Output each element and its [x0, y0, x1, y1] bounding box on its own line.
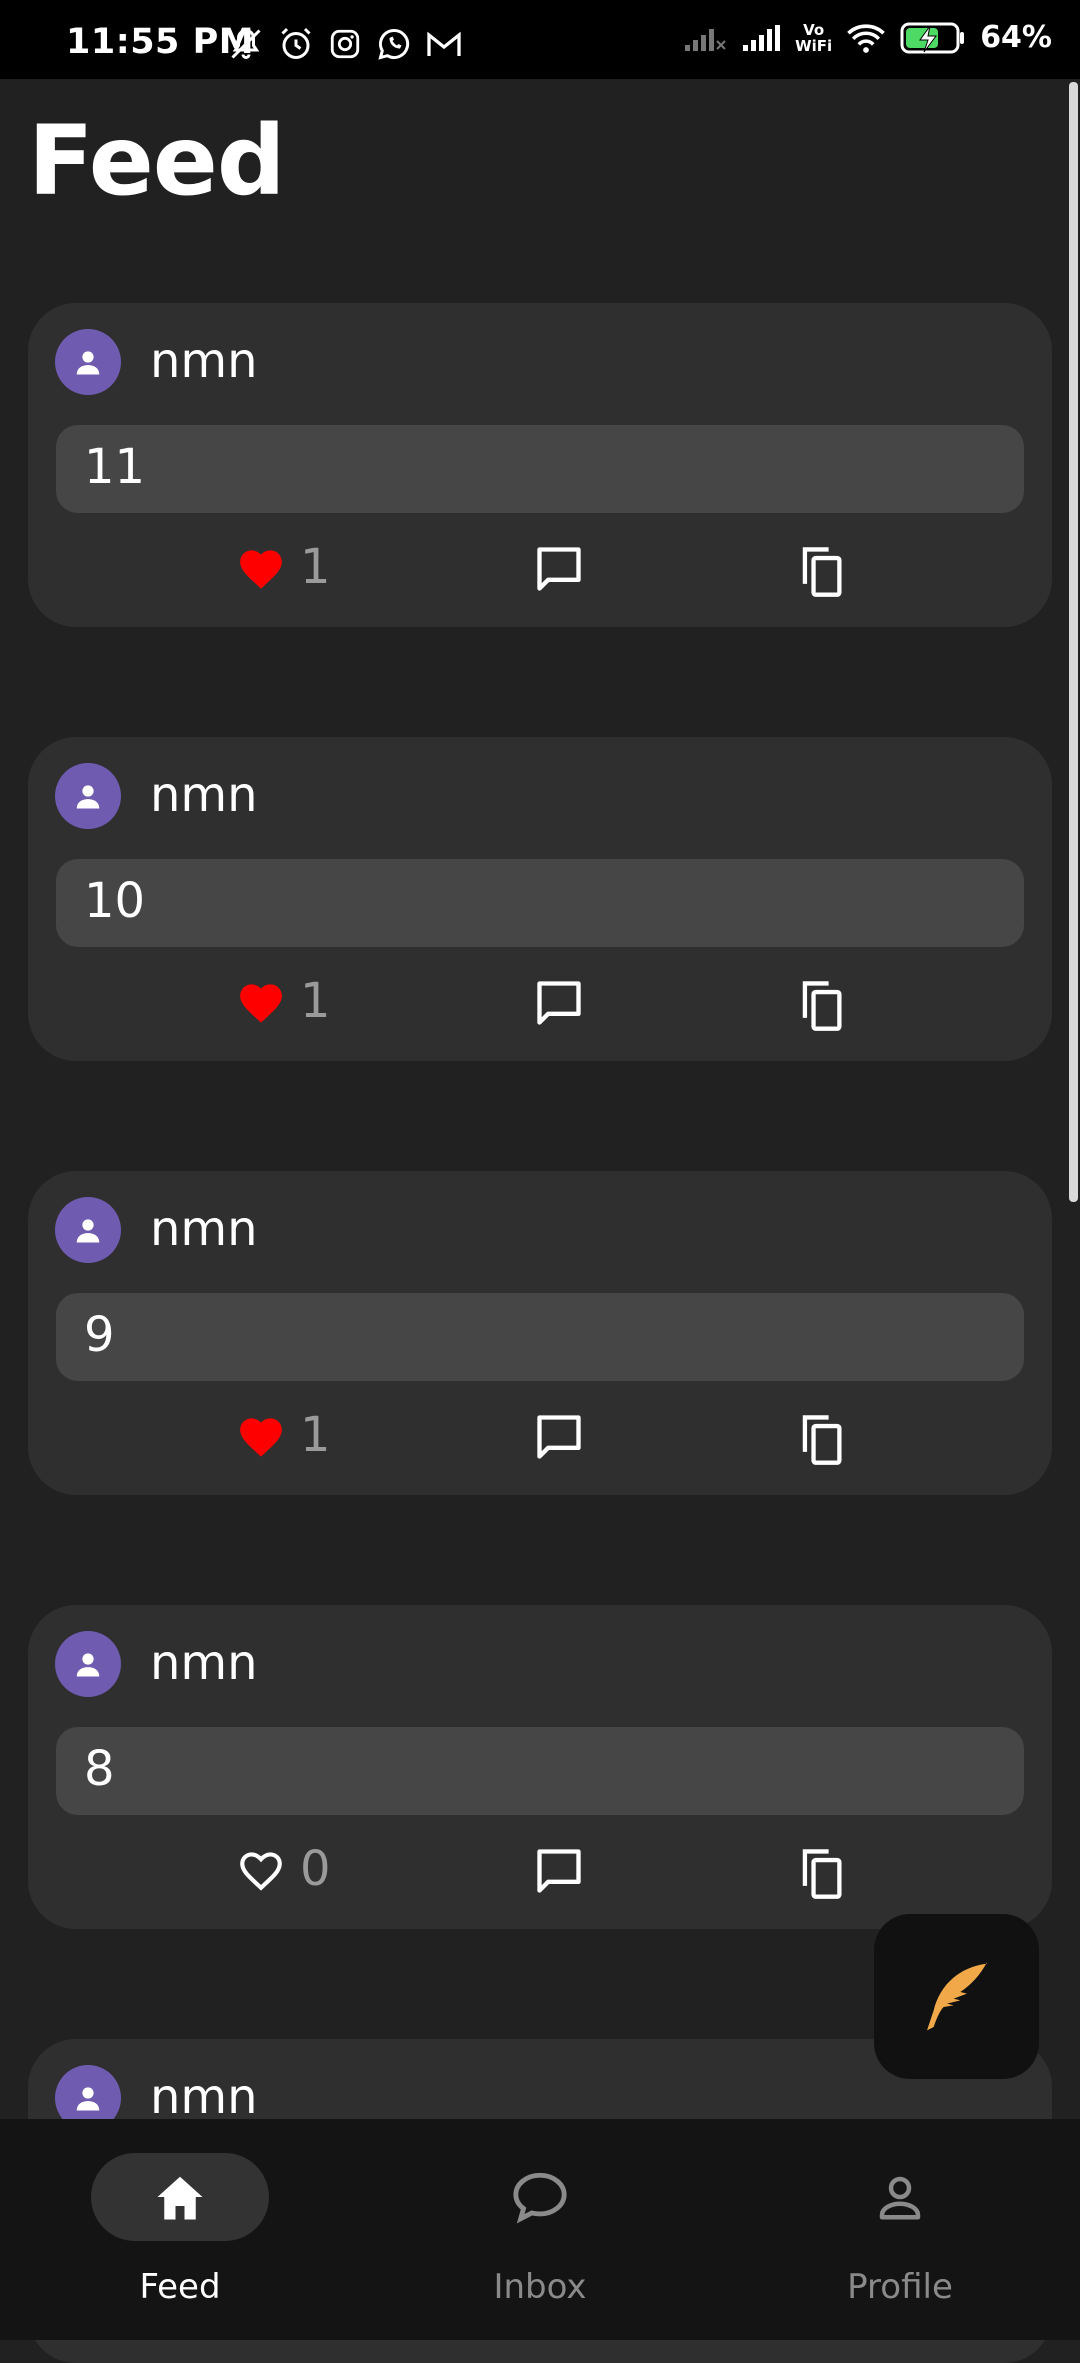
- post-content-text: 8: [84, 1741, 115, 1797]
- nav-item-inbox[interactable]: Inbox: [360, 2119, 720, 2340]
- comment-button[interactable]: [533, 1411, 585, 1467]
- signal-icon: [743, 24, 781, 51]
- battery-percent: 64%: [980, 20, 1052, 55]
- like-count: 1: [300, 973, 331, 1029]
- post-content-text: 10: [84, 873, 146, 929]
- nav-icon-wrap[interactable]: [451, 2153, 629, 2241]
- copy-button[interactable]: [794, 977, 846, 1037]
- like-button[interactable]: 0: [236, 1841, 331, 1897]
- nav-active-indicator[interactable]: [91, 2153, 269, 2241]
- post-card[interactable]: nmn 10 1: [28, 737, 1052, 1061]
- post-actions: 0: [28, 1841, 1052, 1901]
- post-content: 10: [56, 859, 1024, 947]
- post-content: 8: [56, 1727, 1024, 1815]
- person-icon: [76, 1653, 100, 1677]
- like-count: 1: [300, 539, 331, 595]
- post-content-text: 11: [84, 439, 146, 495]
- copy-icon: [802, 1849, 842, 1899]
- comment-button[interactable]: [533, 543, 585, 599]
- nav-label-inbox[interactable]: Inbox: [360, 2267, 720, 2307]
- like-button[interactable]: 1: [236, 973, 331, 1029]
- chat-bubble-icon: [513, 2172, 567, 2224]
- person-icon: [76, 1219, 100, 1243]
- compose-fab[interactable]: [874, 1914, 1039, 2079]
- heart-outline-icon: [240, 1852, 282, 1891]
- person-outline-icon: [879, 2176, 921, 2220]
- copy-button[interactable]: [794, 1411, 846, 1471]
- post-card[interactable]: nmn 11 1: [28, 303, 1052, 627]
- battery-charging-icon: [900, 22, 965, 53]
- copy-icon: [802, 547, 842, 597]
- heart-filled-icon: [240, 550, 282, 589]
- nav-item-feed[interactable]: Feed: [0, 2119, 360, 2340]
- post-username[interactable]: nmn: [150, 2069, 258, 2125]
- mute-icon: [231, 28, 261, 59]
- nav-item-profile[interactable]: Profile: [720, 2119, 1080, 2340]
- status-bar: 11:55 PM Vo WiFi 64%: [0, 0, 1080, 79]
- nav-label-feed[interactable]: Feed: [0, 2267, 360, 2307]
- instagram-icon: [330, 29, 360, 59]
- wifi-icon: [847, 23, 885, 53]
- alarm-icon: [281, 27, 311, 59]
- vowifi-icon: Vo WiFi: [795, 20, 833, 55]
- comment-button[interactable]: [533, 1845, 585, 1901]
- post-card[interactable]: nmn 8 0: [28, 1605, 1052, 1929]
- post-username[interactable]: nmn: [150, 333, 258, 389]
- page-title: Feed: [28, 105, 286, 217]
- scrollbar[interactable]: [1069, 82, 1078, 1202]
- post-content: 11: [56, 425, 1024, 513]
- post-card[interactable]: nmn 9 1: [28, 1171, 1052, 1495]
- nav-label-profile[interactable]: Profile: [720, 2267, 1080, 2307]
- nav-icon-wrap[interactable]: [811, 2153, 989, 2241]
- signal-weak-icon: [685, 28, 726, 51]
- like-count: 1: [300, 1407, 331, 1463]
- post-content-text: 9: [84, 1307, 115, 1363]
- gmail-icon: [427, 31, 461, 56]
- system-status-icons: Vo WiFi 64%: [683, 20, 1052, 55]
- avatar[interactable]: [55, 1197, 121, 1263]
- notification-icons: [228, 26, 462, 62]
- comment-icon: [537, 981, 581, 1025]
- like-button[interactable]: 1: [236, 1407, 331, 1463]
- person-icon: [76, 785, 100, 809]
- feather-icon: [926, 1961, 987, 2030]
- like-count: 0: [300, 1841, 331, 1897]
- copy-button[interactable]: [794, 543, 846, 603]
- post-username[interactable]: nmn: [150, 1201, 258, 1257]
- post-username[interactable]: nmn: [150, 767, 258, 823]
- comment-icon: [537, 547, 581, 591]
- bottom-navigation: Feed Inbox Profile: [0, 2119, 1080, 2340]
- copy-icon: [802, 981, 842, 1031]
- copy-button[interactable]: [794, 1845, 846, 1905]
- home-icon: [157, 2176, 203, 2220]
- status-time: 11:55 PM: [66, 22, 255, 62]
- heart-filled-icon: [240, 984, 282, 1023]
- post-actions: 1: [28, 539, 1052, 599]
- comment-button[interactable]: [533, 977, 585, 1033]
- avatar[interactable]: [55, 763, 121, 829]
- person-icon: [76, 351, 100, 375]
- like-button[interactable]: 1: [236, 539, 331, 595]
- post-content: 9: [56, 1293, 1024, 1381]
- post-username[interactable]: nmn: [150, 1635, 258, 1691]
- comment-icon: [537, 1415, 581, 1459]
- heart-filled-icon: [240, 1418, 282, 1457]
- post-actions: 1: [28, 1407, 1052, 1467]
- copy-icon: [802, 1415, 842, 1465]
- post-actions: 1: [28, 973, 1052, 1033]
- person-icon: [76, 2087, 100, 2111]
- avatar[interactable]: [55, 329, 121, 395]
- avatar[interactable]: [55, 1631, 121, 1697]
- comment-icon: [537, 1849, 581, 1893]
- whatsapp-icon: [378, 28, 410, 60]
